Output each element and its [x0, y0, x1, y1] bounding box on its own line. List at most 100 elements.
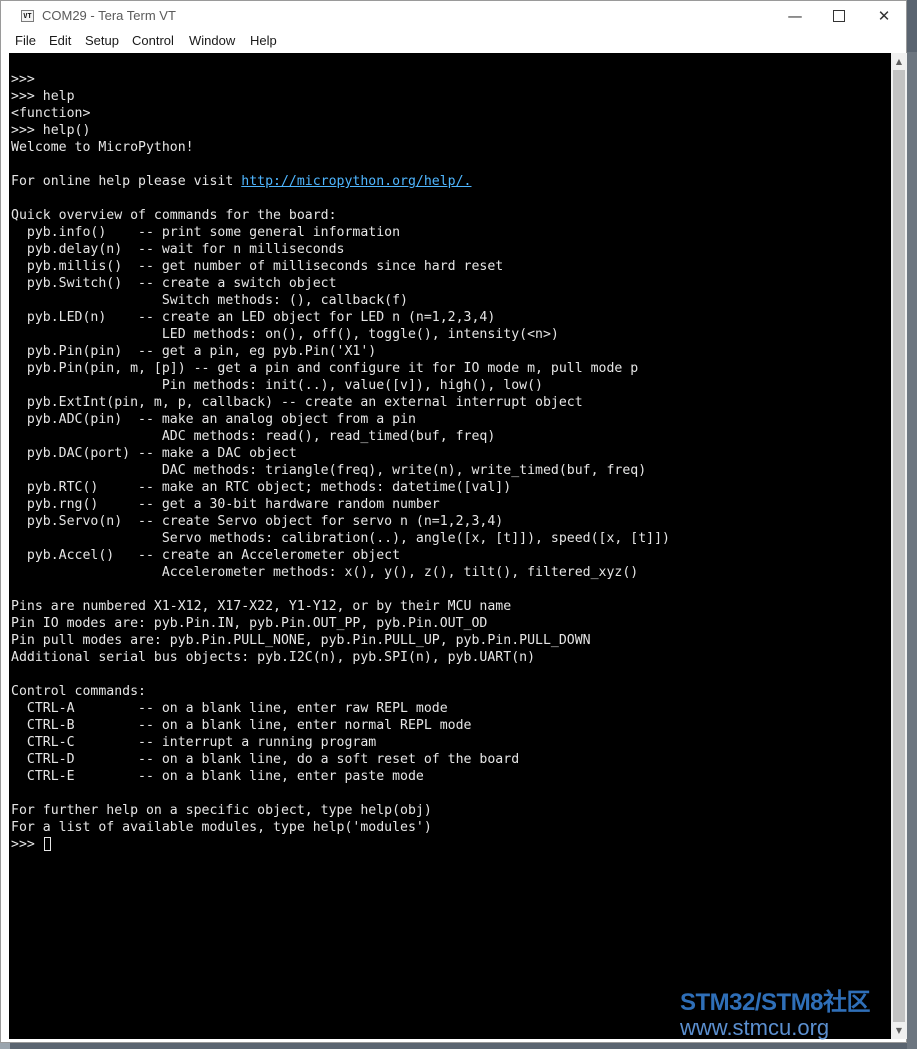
scroll-up-arrow-icon[interactable]: ▲	[891, 53, 907, 70]
terminal-line-text: Pin methods: init(..), value([v]), high(…	[11, 378, 543, 393]
terminal-line-text: DAC methods: triangle(freq), write(n), w…	[11, 463, 647, 478]
scrollbar-thumb[interactable]	[893, 70, 905, 1022]
terminal-output: >>> >>> help <function> >>> help() Welcome t…	[11, 71, 670, 853]
terminal-line-text: CTRL-C -- interrupt a running program	[11, 735, 377, 750]
terminal-line: CTRL-E -- on a blank line, enter paste m…	[11, 768, 670, 785]
terminal-line-text: CTRL-B -- on a blank line, enter normal …	[11, 718, 472, 733]
terminal-line: Servo methods: calibration(..), angle([x…	[11, 530, 670, 547]
terminal-line-text: For a list of available modules, type he…	[11, 820, 432, 835]
terminal-line: CTRL-A -- on a blank line, enter raw REP…	[11, 700, 670, 717]
prompt: >>>	[11, 837, 43, 852]
terminal-line: Pin methods: init(..), value([v]), high(…	[11, 377, 670, 394]
terminal-line-text: >>> help()	[11, 123, 91, 138]
terminal-line-text: pyb.LED(n) -- create an LED object for L…	[11, 310, 496, 325]
terminal-line: Additional serial bus objects: pyb.I2C(n…	[11, 649, 670, 666]
title-bar[interactable]: VT COM29 - Tera Term VT — ✕	[1, 1, 906, 31]
watermark-url: www.stmcu.org	[680, 1015, 830, 1040]
menu-edit[interactable]: Edit	[49, 33, 71, 48]
terminal-line: >>>	[11, 71, 670, 88]
minimize-icon: —	[787, 7, 803, 25]
terminal-line-text: CTRL-A -- on a blank line, enter raw REP…	[11, 701, 448, 716]
terminal-line-text: pyb.info() -- print some general informa…	[11, 225, 401, 240]
terminal-line-text: Welcome to MicroPython!	[11, 140, 194, 155]
terminal-line-text: Accelerometer methods: x(), y(), z(), ti…	[11, 565, 639, 580]
terminal-line-text: pyb.delay(n) -- wait for n milliseconds	[11, 242, 345, 257]
terminal-line-text: >>> help	[11, 89, 75, 104]
menu-setup[interactable]: Setup	[85, 33, 119, 48]
terminal-line-text: Pin pull modes are: pyb.Pin.PULL_NONE, p…	[11, 633, 591, 648]
terminal-line-text: pyb.Accel() -- create an Accelerometer o…	[11, 548, 401, 563]
terminal-line: pyb.Switch() -- create a switch object	[11, 275, 670, 292]
terminal-screen[interactable]: >>> >>> help <function> >>> help() Welcome t…	[9, 53, 891, 1039]
terminal-line-text: Pin IO modes are: pyb.Pin.IN, pyb.Pin.OU…	[11, 616, 488, 631]
terminal-line-text: pyb.RTC() -- make an RTC object; methods…	[11, 480, 512, 495]
terminal-line-text: Quick overview of commands for the board…	[11, 208, 337, 223]
terminal-line: Quick overview of commands for the board…	[11, 207, 670, 224]
terminal-line: Pin IO modes are: pyb.Pin.IN, pyb.Pin.OU…	[11, 615, 670, 632]
terminal-line: Welcome to MicroPython!	[11, 139, 670, 156]
minimize-button[interactable]: —	[772, 1, 818, 31]
text-cursor	[43, 837, 51, 851]
terminal-line: pyb.rng() -- get a 30-bit hardware rando…	[11, 496, 670, 513]
teraterm-window: VT COM29 - Tera Term VT — ✕ File Edit Se…	[0, 0, 907, 1043]
terminal-line: pyb.DAC(port) -- make a DAC object	[11, 445, 670, 462]
terminal-line-text: pyb.Switch() -- create a switch object	[11, 276, 337, 291]
terminal-line-text: For online help please visit	[11, 174, 242, 189]
terminal-line: Pins are numbered X1-X12, X17-X22, Y1-Y1…	[11, 598, 670, 615]
terminal-line-text: Pins are numbered X1-X12, X17-X22, Y1-Y1…	[11, 599, 512, 614]
menu-control[interactable]: Control	[132, 33, 174, 48]
terminal-line-text: Switch methods: (), callback(f)	[11, 293, 408, 308]
terminal-line: Pin pull modes are: pyb.Pin.PULL_NONE, p…	[11, 632, 670, 649]
maximize-button[interactable]	[816, 1, 862, 31]
desktop-edge	[907, 52, 917, 1049]
terminal-line-text: CTRL-D -- on a blank line, do a soft res…	[11, 752, 520, 767]
teraterm-app-icon[interactable]: VT	[21, 10, 34, 22]
maximize-icon	[833, 10, 845, 22]
terminal-line: LED methods: on(), off(), toggle(), inte…	[11, 326, 670, 343]
terminal-line: pyb.ExtInt(pin, m, p, callback) -- creat…	[11, 394, 670, 411]
terminal-line: pyb.Accel() -- create an Accelerometer o…	[11, 547, 670, 564]
terminal-line-text: <function>	[11, 106, 91, 121]
terminal-line: pyb.LED(n) -- create an LED object for L…	[11, 309, 670, 326]
terminal-line: Accelerometer methods: x(), y(), z(), ti…	[11, 564, 670, 581]
close-icon: ✕	[877, 7, 891, 25]
terminal-line-text: pyb.Pin(pin) -- get a pin, eg pyb.Pin('X…	[11, 344, 377, 359]
watermark-brand: STM32/STM8社区	[680, 989, 871, 1016]
terminal-line: CTRL-D -- on a blank line, do a soft res…	[11, 751, 670, 768]
terminal-line-text: For further help on a specific object, t…	[11, 803, 432, 818]
help-url-link[interactable]: http://micropython.org/help/.	[241, 174, 471, 189]
terminal-line: For further help on a specific object, t…	[11, 802, 670, 819]
terminal-line: For a list of available modules, type he…	[11, 819, 670, 836]
menu-help[interactable]: Help	[250, 33, 277, 48]
terminal-line-text: ADC methods: read(), read_timed(buf, fre…	[11, 429, 496, 444]
terminal-line: >>> help()	[11, 122, 670, 139]
terminal-line-text: pyb.rng() -- get a 30-bit hardware rando…	[11, 497, 440, 512]
terminal-line-text: LED methods: on(), off(), toggle(), inte…	[11, 327, 559, 342]
terminal-line: pyb.Pin(pin, m, [p]) -- get a pin and co…	[11, 360, 670, 377]
watermark: STM32/STM8社区 www.stmcu.org	[680, 990, 910, 1040]
terminal-prompt-line: >>>	[11, 836, 670, 853]
terminal-line-text: Additional serial bus objects: pyb.I2C(n…	[11, 650, 536, 665]
terminal-line: Switch methods: (), callback(f)	[11, 292, 670, 309]
terminal-line-text: pyb.DAC(port) -- make a DAC object	[11, 446, 297, 461]
vertical-scrollbar[interactable]: ▲ ▼	[891, 53, 907, 1039]
terminal-line: pyb.Pin(pin) -- get a pin, eg pyb.Pin('X…	[11, 343, 670, 360]
menu-file[interactable]: File	[15, 33, 36, 48]
terminal-line: DAC methods: triangle(freq), write(n), w…	[11, 462, 670, 479]
terminal-line: Control commands:	[11, 683, 670, 700]
menu-window[interactable]: Window	[189, 33, 235, 48]
terminal-line-text: pyb.millis() -- get number of millisecon…	[11, 259, 504, 274]
window-title: COM29 - Tera Term VT	[42, 8, 176, 23]
terminal-line: pyb.millis() -- get number of millisecon…	[11, 258, 670, 275]
terminal-line-text: pyb.Pin(pin, m, [p]) -- get a pin and co…	[11, 361, 639, 376]
terminal-line: pyb.Servo(n) -- create Servo object for …	[11, 513, 670, 530]
close-button[interactable]: ✕	[861, 1, 907, 31]
terminal-line-text: Control commands:	[11, 684, 146, 699]
terminal-line: ADC methods: read(), read_timed(buf, fre…	[11, 428, 670, 445]
terminal-line: For online help please visit http://micr…	[11, 173, 670, 190]
terminal-line: pyb.info() -- print some general informa…	[11, 224, 670, 241]
terminal-line: CTRL-B -- on a blank line, enter normal …	[11, 717, 670, 734]
